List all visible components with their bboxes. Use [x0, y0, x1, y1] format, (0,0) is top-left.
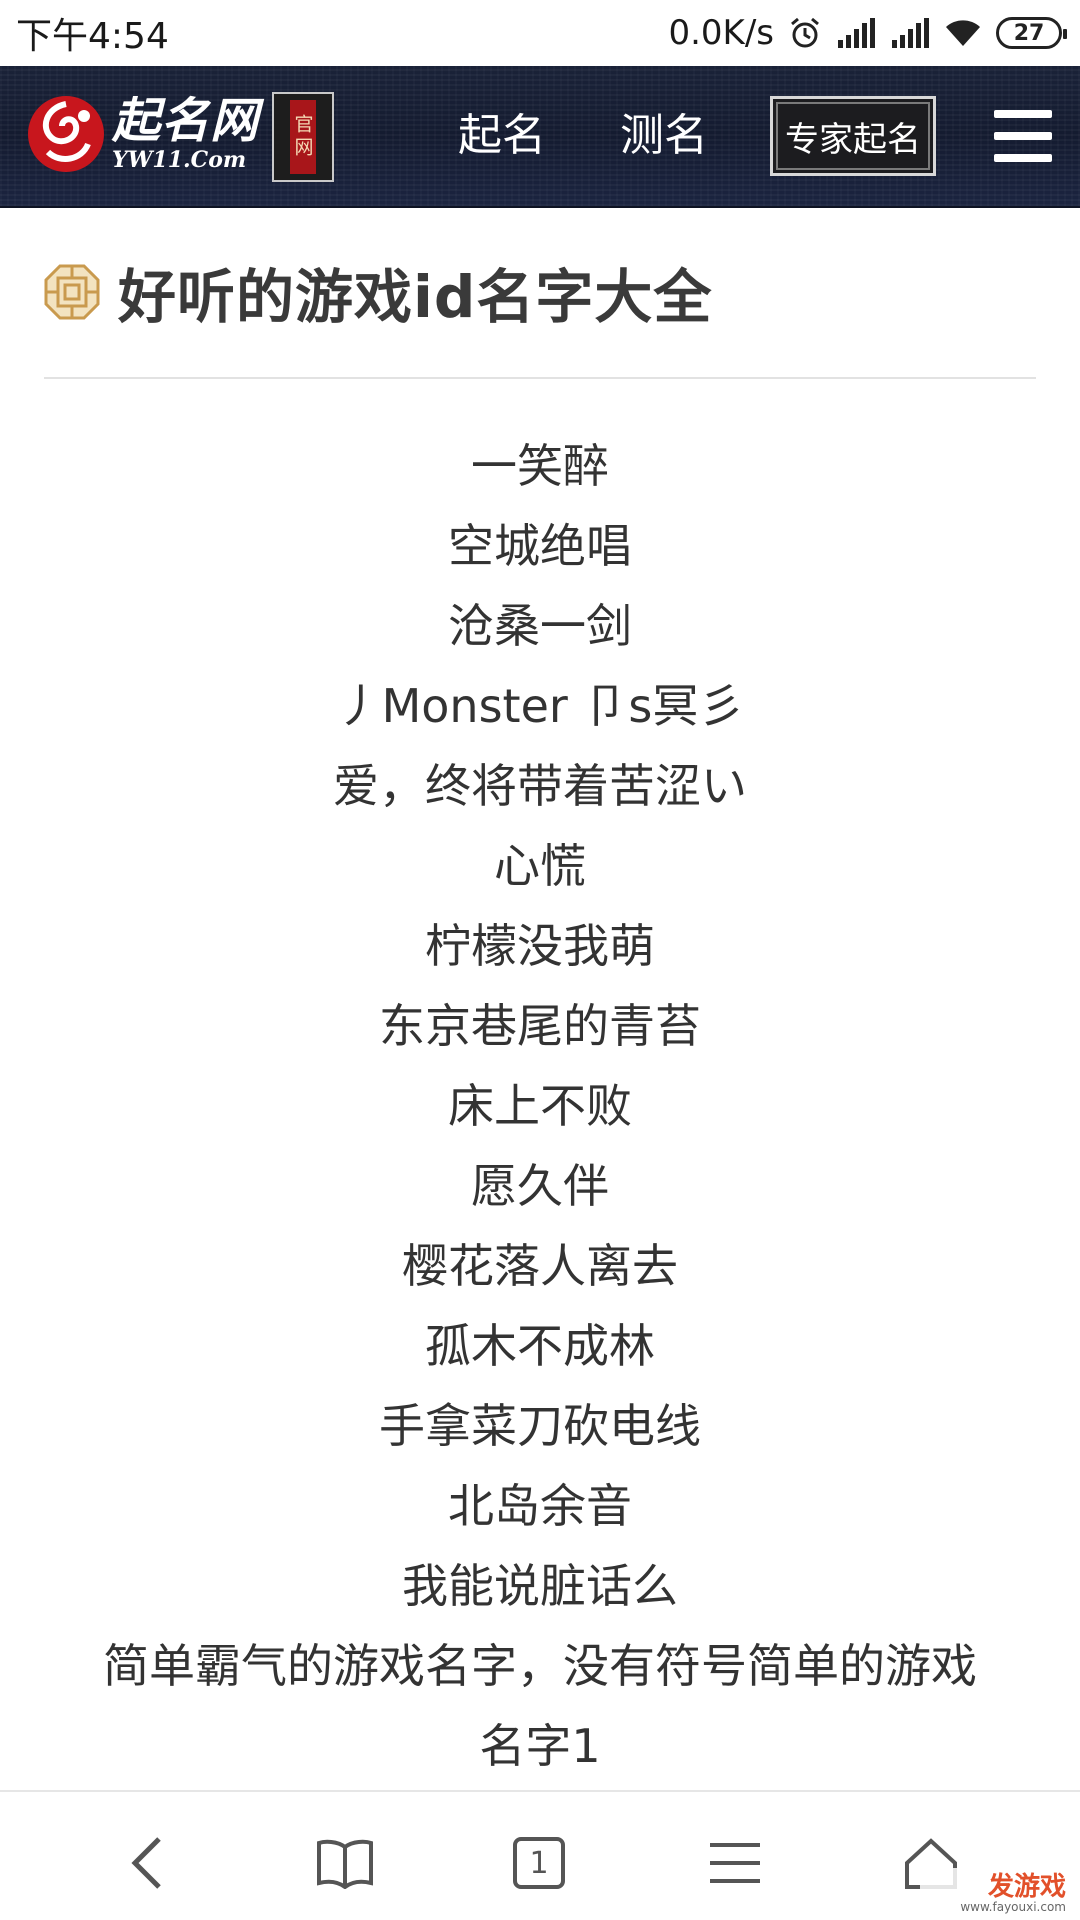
status-right: 0.0K/s 27 [668, 13, 1067, 53]
bookmarks-button[interactable] [310, 1828, 380, 1898]
back-button[interactable] [112, 1828, 182, 1898]
list-item: 心慌 [494, 839, 586, 893]
bookmarks-icon [317, 1839, 373, 1889]
subheading-line-1: 简单霸气的游戏名字，没有符号简单的游戏 [103, 1639, 977, 1693]
list-item: 我能说脏话么 [402, 1559, 678, 1613]
tab-count: 1 [529, 1845, 549, 1881]
subheading-line-2: 名字1 [479, 1719, 601, 1773]
hamburger-menu-icon[interactable] [994, 110, 1052, 162]
list-item: 孤木不成林 [425, 1319, 655, 1373]
list-item: 空城绝唱 [448, 519, 632, 573]
signal-icon [836, 18, 876, 48]
watermark-url: www.fayouxi.com [960, 1899, 1066, 1914]
network-speed: 0.0K/s [668, 13, 774, 53]
title-divider [44, 377, 1036, 379]
logo-text: 起名网 YW11.Com [112, 97, 259, 171]
list-item: 樱花落人离去 [402, 1239, 678, 1293]
browser-menu-button[interactable] [700, 1828, 770, 1898]
list-item: 床上不败 [448, 1079, 632, 1133]
tabs-button[interactable]: 1 [504, 1828, 574, 1898]
game-name-list: 一笑醉 空城绝唱 沧桑一剑 丿Monster 卩s冥彡 爱，终将带着苦涩い 心慌… [40, 426, 1040, 1626]
section-subheading: 简单霸气的游戏名字，没有符号简单的游戏 名字1 [40, 1626, 1040, 1786]
logo-name: 起名网 [112, 93, 260, 149]
list-item: 一笑醉 [471, 439, 609, 493]
list-item: 东京巷尾的青苔 [379, 999, 701, 1053]
battery-icon: 27 [996, 17, 1067, 49]
list-item: 丿Monster 卩s冥彡 [335, 679, 745, 733]
status-time: 下午4:54 [16, 16, 169, 57]
list-item: 手拿菜刀砍电线 [379, 1399, 701, 1453]
status-bar: 下午4:54 0.0K/s 27 [0, 0, 1080, 66]
menu-bar [994, 154, 1052, 162]
site-watermark: 发游戏 www.fayouxi.com [920, 1868, 1080, 1920]
list-item: 北岛余音 [448, 1479, 632, 1533]
list-item: 愿久伴 [471, 1159, 609, 1213]
seal-text: 官网 [290, 100, 316, 174]
back-icon [131, 1837, 161, 1889]
article-title: 好听的游戏id名字大全 [118, 263, 713, 331]
logo-mark-icon [28, 96, 104, 172]
lattice-ornament-icon [44, 264, 100, 320]
signal-icon [890, 18, 930, 48]
screen: 下午4:54 0.0K/s 27 起名网 YW11.Com 官网 起名 测名 专… [0, 0, 1080, 1920]
browser-bottom-bar: 1 [0, 1790, 1080, 1920]
site-header: 起名网 YW11.Com 官网 起名 测名 专家起名 [0, 66, 1080, 208]
wifi-icon [944, 18, 982, 48]
menu-bar [994, 132, 1052, 140]
list-item: 沧桑一剑 [448, 599, 632, 653]
battery-level: 27 [1013, 20, 1045, 46]
list-item: 柠檬没我萌 [425, 919, 655, 973]
article-title-row: 好听的游戏id名字大全 [44, 250, 712, 334]
expert-naming-button[interactable]: 专家起名 [770, 96, 936, 176]
logo-domain: YW11.Com [112, 147, 247, 173]
menu-icon [710, 1843, 760, 1883]
nav-naming-link[interactable]: 起名 [458, 106, 546, 166]
official-seal: 官网 [272, 92, 334, 182]
site-logo[interactable]: 起名网 YW11.Com [26, 94, 259, 174]
watermark-brand: 发游戏 [987, 1871, 1066, 1902]
nav-name-test-link[interactable]: 测名 [620, 106, 708, 166]
menu-bar [994, 110, 1052, 118]
list-item: 爱，终将带着苦涩い [333, 759, 747, 813]
alarm-icon [788, 16, 822, 50]
